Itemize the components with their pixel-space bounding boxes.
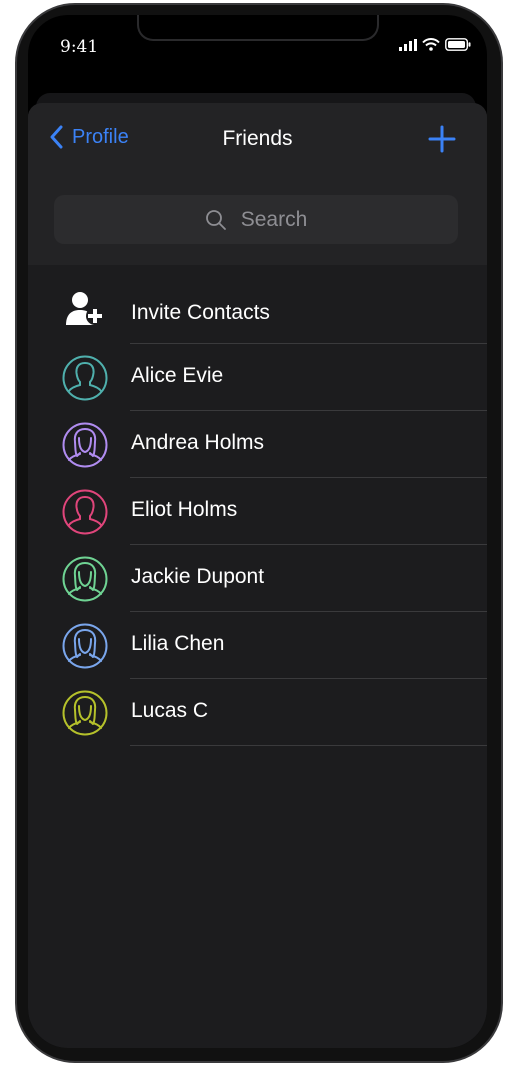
female-avatar-icon xyxy=(62,623,108,669)
friend-row[interactable]: Alice Evie xyxy=(28,344,487,411)
friend-row[interactable]: Lucas C xyxy=(28,679,487,746)
wifi-icon xyxy=(422,38,440,51)
search-placeholder: Search xyxy=(240,207,308,231)
signal-icon xyxy=(399,38,417,51)
friend-name: Andrea Holms xyxy=(131,431,265,454)
friend-row[interactable]: Andrea Holms xyxy=(28,411,487,478)
friends-list: Invite Contacts Alice Evie Andrea Holms … xyxy=(28,281,487,746)
friend-name: Lilia Chen xyxy=(131,632,225,655)
friend-row[interactable]: Jackie Dupont xyxy=(28,545,487,612)
invite-contacts-label: Invite Contacts xyxy=(131,301,270,324)
page-title: Friends xyxy=(222,127,293,150)
search-input[interactable]: Search xyxy=(54,195,458,244)
friend-name: Eliot Holms xyxy=(131,498,238,521)
female-avatar-icon xyxy=(62,422,108,468)
add-contact-icon xyxy=(64,291,108,331)
add-friend-button[interactable] xyxy=(428,125,456,153)
status-time: 9:41 xyxy=(60,37,99,57)
notch xyxy=(137,15,379,41)
divider xyxy=(130,745,487,746)
search-icon xyxy=(205,209,226,230)
screen: 9:41 Profile Friends Search Invite Conta… xyxy=(28,15,487,1048)
female-avatar-icon xyxy=(62,690,108,736)
friend-row[interactable]: Lilia Chen xyxy=(28,612,487,679)
friend-name: Jackie Dupont xyxy=(131,565,265,588)
friend-row[interactable]: Eliot Holms xyxy=(28,478,487,545)
male-avatar-icon xyxy=(62,489,108,535)
invite-contacts-row[interactable]: Invite Contacts xyxy=(28,281,487,344)
female-avatar-icon xyxy=(62,556,108,602)
plus-icon xyxy=(428,125,456,153)
friend-name: Lucas C xyxy=(131,699,209,722)
friend-name: Alice Evie xyxy=(131,364,224,387)
battery-icon xyxy=(445,38,471,51)
header-area: Profile Friends Search xyxy=(28,103,487,265)
friends-sheet: Profile Friends Search Invite Contacts A… xyxy=(28,103,487,1048)
status-icons xyxy=(399,38,471,51)
male-avatar-icon xyxy=(62,355,108,401)
